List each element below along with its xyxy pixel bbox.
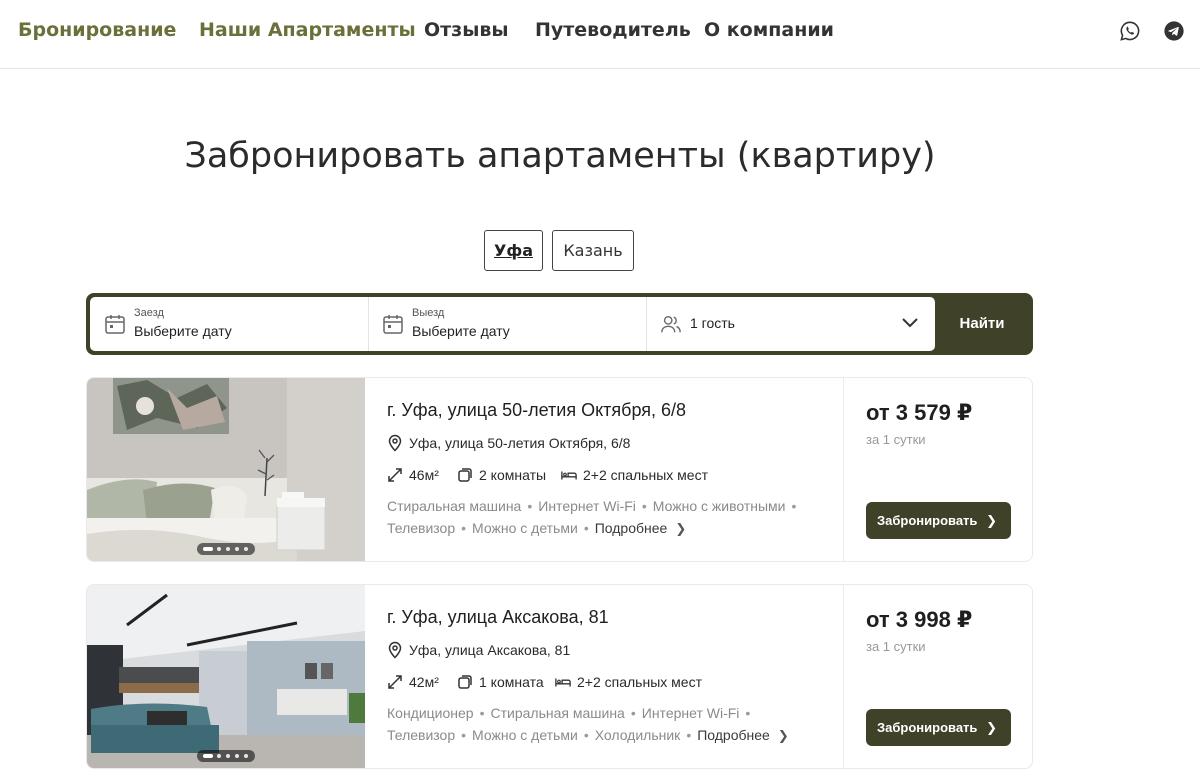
city-tab-kazan[interactable]: Казань (552, 230, 634, 271)
nav-guide[interactable]: Путеводитель (535, 19, 691, 41)
beds-value: 2+2 спальных мест (577, 674, 702, 690)
price: от 3 579 ₽ (866, 400, 973, 425)
location-pin-icon (388, 434, 402, 452)
listing-title[interactable]: г. Уфа, улица 50-летия Октября, 6/8 (387, 400, 686, 421)
amenity: Телевизор (387, 727, 456, 743)
amenity: Можно с детьми (472, 727, 578, 743)
book-button[interactable]: Забронировать ❯ (866, 709, 1011, 746)
guests-value: 1 гость (690, 315, 735, 331)
chevron-right-icon: ❯ (777, 728, 789, 743)
amenity: Стиральная машина (490, 705, 625, 721)
city-tab-ufa[interactable]: Уфа (484, 230, 543, 271)
checkout-field[interactable]: Выезд Выберите дату (368, 297, 646, 351)
nav-reviews[interactable]: Отзывы (424, 19, 509, 41)
chevron-right-icon: ❯ (986, 513, 997, 528)
area-value: 42м² (409, 674, 439, 690)
nav-booking[interactable]: Бронирование (18, 19, 176, 41)
amenities-line: Телевизор • Можно с детьми • Подробнее ❯ (387, 520, 687, 536)
search-fields: Заезд Выберите дату Выезд Выберите дату … (90, 297, 935, 351)
more-link[interactable]: Подробнее ❯ (595, 520, 687, 536)
amenity: Кондиционер (387, 705, 474, 721)
amenities-line: Кондиционер • Стиральная машина • Интернет W… (387, 705, 751, 721)
book-button[interactable]: Забронировать ❯ (866, 502, 1011, 539)
amenity: Можно с детьми (472, 520, 578, 536)
rooms-icon (458, 675, 472, 689)
bed-icon (555, 678, 571, 687)
chevron-right-icon: ❯ (675, 521, 687, 536)
nav-about[interactable]: О компании (704, 19, 834, 41)
listing-title[interactable]: г. Уфа, улица Аксакова, 81 (387, 607, 609, 628)
search-bar: Заезд Выберите дату Выезд Выберите дату … (86, 293, 1033, 355)
price-period: за 1 сутки (866, 639, 926, 654)
guests-icon (661, 315, 681, 333)
more-link[interactable]: Подробнее ❯ (697, 727, 789, 743)
top-navigation: Бронирование Наши Апартаменты Отзывы Пут… (0, 0, 1200, 69)
more-label: Подробнее (697, 727, 770, 743)
find-button[interactable]: Найти (935, 297, 1029, 351)
bed-icon (561, 471, 577, 480)
guests-select[interactable]: 1 гость (646, 297, 935, 351)
telegram-icon[interactable] (1163, 20, 1185, 42)
checkin-label: Заезд (134, 307, 164, 319)
price-period: за 1 сутки (866, 432, 926, 447)
rooms-value: 1 комната (479, 674, 544, 690)
listing-card: г. Уфа, улица 50-летия Октября, 6/8 Уфа,… (86, 377, 1033, 562)
listing-card: г. Уфа, улица Аксакова, 81 Уфа, улица Ак… (86, 584, 1033, 769)
listing-details: г. Уфа, улица Аксакова, 81 Уфа, улица Ак… (365, 585, 843, 768)
apartment-photo[interactable] (87, 585, 365, 768)
page-title: Забронировать апартаменты (квартиру) (184, 136, 936, 176)
amenities-line: Стиральная машина • Интернет Wi-Fi • Можно с… (387, 498, 797, 514)
listing-details: г. Уфа, улица 50-летия Октября, 6/8 Уфа,… (365, 378, 843, 561)
photo-carousel-dots[interactable] (197, 543, 255, 555)
calendar-icon (105, 315, 125, 334)
beds-value: 2+2 спальных мест (583, 467, 708, 483)
amenity: Холодильник (594, 727, 681, 743)
amenity: Интернет Wi-Fi (538, 498, 636, 514)
book-label: Забронировать (877, 513, 978, 528)
expand-arrows-icon (388, 675, 402, 689)
chevron-down-icon[interactable] (902, 317, 918, 329)
listing-price-panel: от 3 579 ₽ за 1 сутки Забронировать ❯ (843, 378, 1032, 561)
checkout-value: Выберите дату (412, 323, 510, 339)
nav-apartments[interactable]: Наши Апартаменты (199, 19, 416, 41)
expand-arrows-icon (388, 468, 402, 482)
checkin-field[interactable]: Заезд Выберите дату (90, 297, 368, 351)
rooms-icon (458, 468, 472, 482)
amenity: Можно с животными (652, 498, 786, 514)
amenity: Интернет Wi-Fi (641, 705, 740, 721)
apartment-photo[interactable] (87, 378, 365, 561)
checkin-value: Выберите дату (134, 323, 232, 339)
whatsapp-icon[interactable] (1119, 20, 1141, 42)
checkout-label: Выезд (412, 307, 445, 319)
amenities-line: Телевизор • Можно с детьми • Холодильник • Под… (387, 727, 789, 743)
rooms-value: 2 комнаты (479, 467, 547, 483)
book-label: Забронировать (877, 720, 978, 735)
calendar-icon (383, 315, 403, 334)
address-text: Уфа, улица 50-летия Октября, 6/8 (409, 435, 631, 451)
address-text: Уфа, улица Аксакова, 81 (409, 642, 571, 658)
more-label: Подробнее (594, 520, 668, 536)
area-value: 46м² (409, 467, 439, 483)
amenity: Телевизор (387, 520, 456, 536)
chevron-right-icon: ❯ (986, 720, 997, 735)
location-pin-icon (388, 641, 402, 659)
amenity: Стиральная машина (387, 498, 522, 514)
photo-carousel-dots[interactable] (197, 750, 255, 762)
price: от 3 998 ₽ (866, 607, 973, 632)
listing-price-panel: от 3 998 ₽ за 1 сутки Забронировать ❯ (843, 585, 1032, 768)
